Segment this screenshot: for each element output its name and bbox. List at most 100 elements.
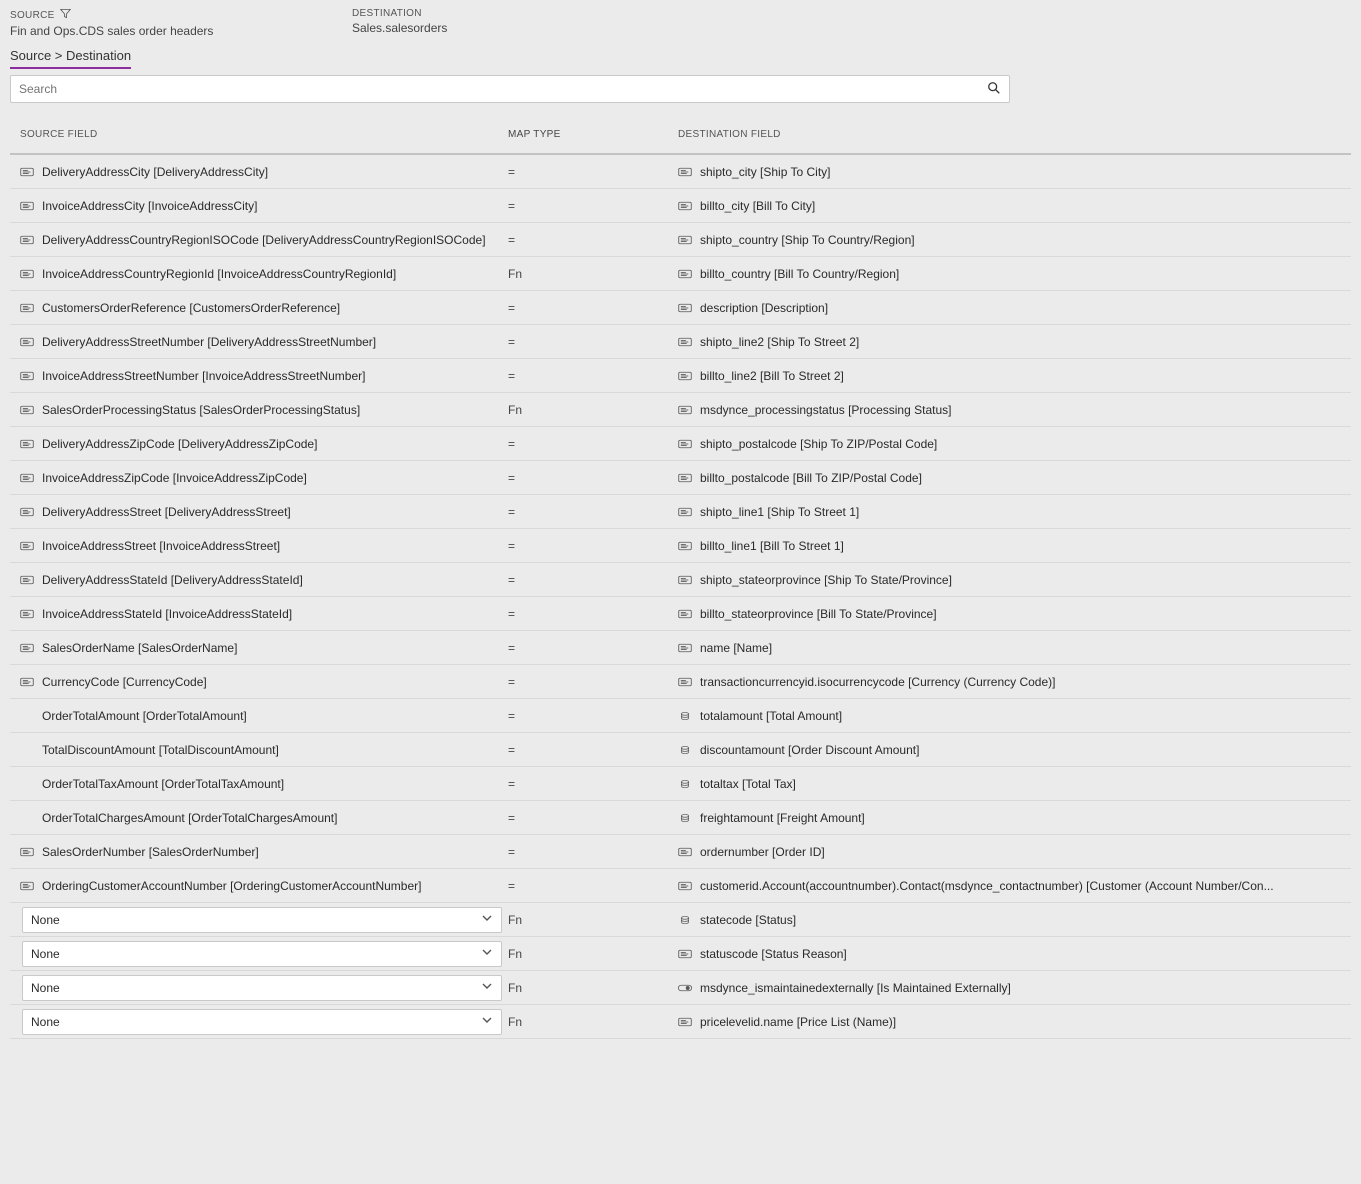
mapping-row[interactable]: InvoiceAddressStreet [InvoiceAddressStre… bbox=[10, 529, 1351, 563]
mapping-row[interactable]: TotalDiscountAmount [TotalDiscountAmount… bbox=[10, 733, 1351, 767]
search-input[interactable] bbox=[11, 76, 979, 102]
map-type-cell[interactable]: = bbox=[508, 879, 678, 893]
mapping-row[interactable]: None Fn msdynce_ismaintainedexternally [… bbox=[10, 971, 1351, 1005]
destination-field-text: freightamount [Freight Amount] bbox=[700, 811, 865, 825]
map-type-cell[interactable]: = bbox=[508, 301, 678, 315]
mapping-row[interactable]: OrderingCustomerAccountNumber [OrderingC… bbox=[10, 869, 1351, 903]
destination-field-text: shipto_postalcode [Ship To ZIP/Postal Co… bbox=[700, 437, 937, 451]
destination-field-text: discountamount [Order Discount Amount] bbox=[700, 743, 919, 757]
map-type-cell[interactable]: = bbox=[508, 675, 678, 689]
mapping-row[interactable]: InvoiceAddressStateId [InvoiceAddressSta… bbox=[10, 597, 1351, 631]
map-type-cell[interactable]: Fn bbox=[508, 1015, 678, 1029]
mapping-row[interactable]: InvoiceAddressZipCode [InvoiceAddressZip… bbox=[10, 461, 1351, 495]
mapping-row[interactable]: DeliveryAddressCountryRegionISOCode [Del… bbox=[10, 223, 1351, 257]
tab-source-destination[interactable]: Source > Destination bbox=[10, 48, 131, 69]
column-header-source[interactable]: SOURCE FIELD bbox=[10, 129, 508, 140]
mapping-row[interactable]: DeliveryAddressZipCode [DeliveryAddressZ… bbox=[10, 427, 1351, 461]
source-field-text: SalesOrderNumber [SalesOrderNumber] bbox=[42, 845, 259, 859]
map-type-cell[interactable]: = bbox=[508, 437, 678, 451]
map-type-cell[interactable]: Fn bbox=[508, 981, 678, 995]
filter-icon[interactable] bbox=[60, 8, 71, 22]
map-type-cell[interactable]: = bbox=[508, 573, 678, 587]
column-header-destination[interactable]: DESTINATION FIELD bbox=[678, 129, 1351, 140]
source-field-select[interactable]: None bbox=[22, 975, 502, 1001]
map-type-cell[interactable]: Fn bbox=[508, 913, 678, 927]
destination-field-text: description [Description] bbox=[700, 301, 828, 315]
text-field-icon bbox=[20, 677, 34, 687]
mapping-row[interactable]: CurrencyCode [CurrencyCode] = transactio… bbox=[10, 665, 1351, 699]
source-field-text: CustomersOrderReference [CustomersOrderR… bbox=[42, 301, 340, 315]
search-button[interactable] bbox=[979, 76, 1009, 102]
mapping-row[interactable]: OrderTotalAmount [OrderTotalAmount] = to… bbox=[10, 699, 1351, 733]
map-type-cell[interactable]: = bbox=[508, 233, 678, 247]
text-field-icon bbox=[20, 337, 34, 347]
text-field-icon bbox=[678, 881, 692, 891]
destination-field-text: statuscode [Status Reason] bbox=[700, 947, 847, 961]
map-type-cell[interactable]: = bbox=[508, 369, 678, 383]
mapping-row[interactable]: InvoiceAddressCountryRegionId [InvoiceAd… bbox=[10, 257, 1351, 291]
map-type-cell[interactable]: Fn bbox=[508, 267, 678, 281]
map-type-cell[interactable]: = bbox=[508, 641, 678, 655]
text-field-icon bbox=[678, 371, 692, 381]
map-type-cell[interactable]: = bbox=[508, 505, 678, 519]
mapping-row[interactable]: None Fn pricelevelid.name [Price List (N… bbox=[10, 1005, 1351, 1039]
text-field-icon bbox=[20, 847, 34, 857]
text-field-icon bbox=[678, 337, 692, 347]
source-value: Fin and Ops.CDS sales order headers bbox=[10, 24, 352, 38]
source-field-select[interactable]: None bbox=[22, 1009, 502, 1035]
map-type-cell[interactable]: Fn bbox=[508, 403, 678, 417]
destination-field-text: billto_line2 [Bill To Street 2] bbox=[700, 369, 844, 383]
map-type-cell[interactable]: = bbox=[508, 471, 678, 485]
mapping-row[interactable]: SalesOrderNumber [SalesOrderNumber] = or… bbox=[10, 835, 1351, 869]
source-field-select[interactable]: None bbox=[22, 907, 502, 933]
text-field-icon bbox=[20, 881, 34, 891]
map-type-cell[interactable]: = bbox=[508, 709, 678, 723]
destination-value: Sales.salesorders bbox=[352, 21, 752, 35]
mapping-row[interactable]: None Fn statecode [Status] bbox=[10, 903, 1351, 937]
mapping-row[interactable]: SalesOrderProcessingStatus [SalesOrderPr… bbox=[10, 393, 1351, 427]
destination-field-text: shipto_line1 [Ship To Street 1] bbox=[700, 505, 859, 519]
source-field-text: SalesOrderProcessingStatus [SalesOrderPr… bbox=[42, 403, 360, 417]
destination-field-text: billto_city [Bill To City] bbox=[700, 199, 815, 213]
map-type-cell[interactable]: = bbox=[508, 845, 678, 859]
destination-field-text: billto_line1 [Bill To Street 1] bbox=[700, 539, 844, 553]
source-meta: SOURCE Fin and Ops.CDS sales order heade… bbox=[10, 8, 352, 38]
source-field-select[interactable]: None bbox=[22, 941, 502, 967]
map-type-cell[interactable]: = bbox=[508, 811, 678, 825]
text-field-icon bbox=[678, 507, 692, 517]
map-type-cell[interactable]: = bbox=[508, 335, 678, 349]
text-field-icon bbox=[678, 643, 692, 653]
map-type-cell[interactable]: = bbox=[508, 777, 678, 791]
source-field-text: InvoiceAddressStreet [InvoiceAddressStre… bbox=[42, 539, 280, 553]
map-type-cell[interactable]: = bbox=[508, 165, 678, 179]
mapping-row[interactable]: None Fn statuscode [Status Reason] bbox=[10, 937, 1351, 971]
map-type-cell[interactable]: Fn bbox=[508, 947, 678, 961]
column-header-maptype[interactable]: MAP TYPE bbox=[508, 129, 678, 140]
source-field-text: OrderTotalTaxAmount [OrderTotalTaxAmount… bbox=[42, 777, 284, 791]
mapping-row[interactable]: OrderTotalTaxAmount [OrderTotalTaxAmount… bbox=[10, 767, 1351, 801]
map-type-cell[interactable]: = bbox=[508, 743, 678, 757]
mapping-row[interactable]: DeliveryAddressStreetNumber [DeliveryAdd… bbox=[10, 325, 1351, 359]
mapping-row[interactable]: InvoiceAddressCity [InvoiceAddressCity] … bbox=[10, 189, 1351, 223]
destination-field-text: name [Name] bbox=[700, 641, 772, 655]
mapping-row[interactable]: DeliveryAddressCity [DeliveryAddressCity… bbox=[10, 155, 1351, 189]
search-box[interactable] bbox=[10, 75, 1010, 103]
source-field-text: DeliveryAddressZipCode [DeliveryAddressZ… bbox=[42, 437, 317, 451]
map-type-cell[interactable]: = bbox=[508, 199, 678, 213]
map-type-cell[interactable]: = bbox=[508, 607, 678, 621]
mapping-row[interactable]: InvoiceAddressStreetNumber [InvoiceAddre… bbox=[10, 359, 1351, 393]
mapping-grid: SOURCE FIELD MAP TYPE DESTINATION FIELD … bbox=[10, 121, 1351, 1039]
source-field-text: OrderTotalAmount [OrderTotalAmount] bbox=[42, 709, 247, 723]
text-field-icon bbox=[20, 473, 34, 483]
text-field-icon bbox=[20, 269, 34, 279]
text-field-icon bbox=[20, 439, 34, 449]
mapping-row[interactable]: SalesOrderName [SalesOrderName] = name [… bbox=[10, 631, 1351, 665]
mapping-row[interactable]: CustomersOrderReference [CustomersOrderR… bbox=[10, 291, 1351, 325]
destination-field-text: transactioncurrencyid.isocurrencycode [C… bbox=[700, 675, 1055, 689]
map-type-cell[interactable]: = bbox=[508, 539, 678, 553]
destination-field-text: msdynce_processingstatus [Processing Sta… bbox=[700, 403, 951, 417]
mapping-row[interactable]: DeliveryAddressStreet [DeliveryAddressSt… bbox=[10, 495, 1351, 529]
mapping-row[interactable]: DeliveryAddressStateId [DeliveryAddressS… bbox=[10, 563, 1351, 597]
text-field-icon bbox=[20, 371, 34, 381]
mapping-row[interactable]: OrderTotalChargesAmount [OrderTotalCharg… bbox=[10, 801, 1351, 835]
